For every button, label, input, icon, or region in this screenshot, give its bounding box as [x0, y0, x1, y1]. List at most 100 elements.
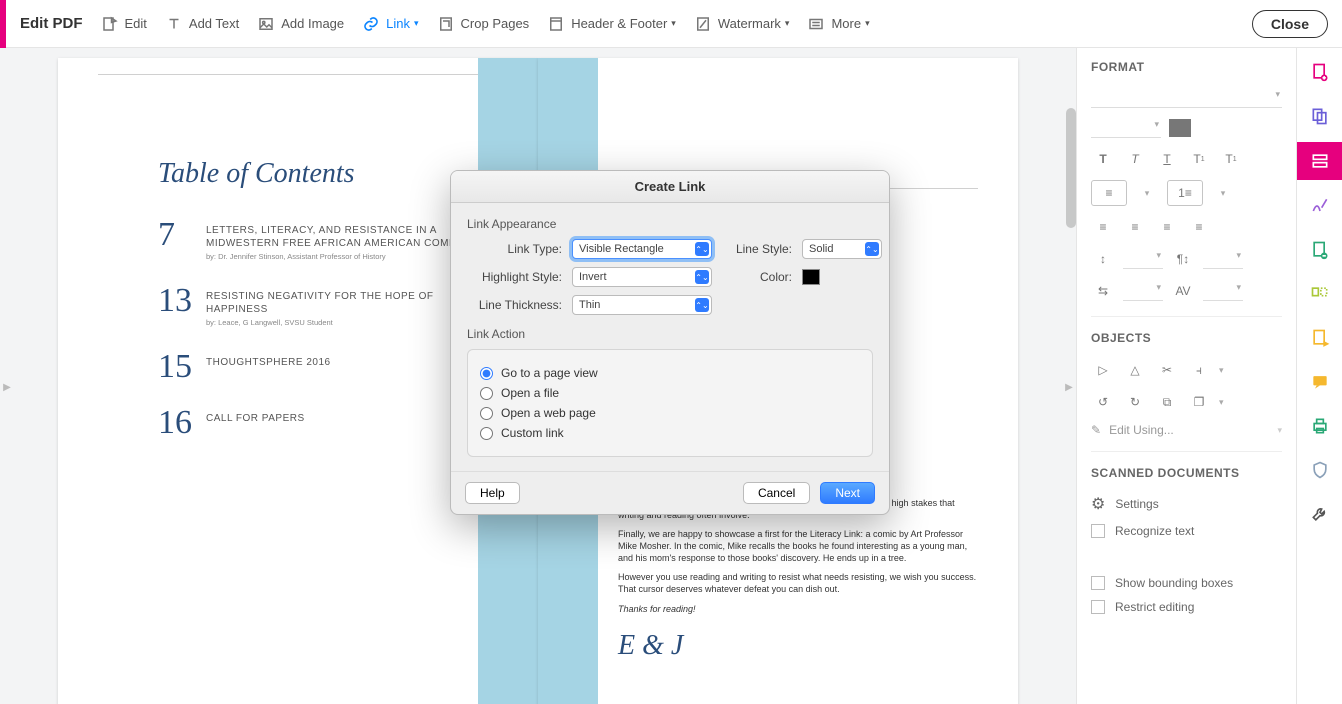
para: Finally, we are happy to showcase a firs… [618, 529, 978, 564]
sign-icon[interactable] [1308, 194, 1332, 218]
flip-vertical-icon[interactable]: △ [1123, 359, 1147, 381]
next-button[interactable]: Next [820, 482, 875, 504]
recognize-text-checkbox[interactable]: Recognize text [1091, 524, 1282, 538]
scrollbar[interactable] [1066, 108, 1076, 228]
align-center-icon[interactable]: ≡ [1123, 216, 1147, 238]
chevron-icon: ⌃⌄ [695, 270, 709, 284]
bold-icon[interactable]: T [1091, 148, 1115, 170]
edit-using-button[interactable]: ✎ Edit Using... ▾ [1091, 423, 1282, 437]
tb-crop[interactable]: Crop Pages [437, 15, 530, 33]
tools-icon[interactable] [1308, 502, 1332, 526]
chevron-down-icon[interactable]: ▾ [1211, 182, 1235, 204]
rotate-cw-icon[interactable]: ↻ [1123, 391, 1147, 413]
tb-add-text[interactable]: Add Text [165, 15, 239, 33]
paragraph-spacing-icon[interactable]: ¶↕ [1171, 248, 1195, 270]
font-color-swatch[interactable] [1169, 119, 1191, 137]
thickness-select[interactable]: Thin⌃⌄ [572, 295, 712, 315]
link-type-select[interactable]: Visible Rectangle⌃⌄ [572, 239, 712, 259]
highlight-style-select[interactable]: Invert⌃⌄ [572, 267, 712, 287]
caret-icon: ▾ [671, 18, 676, 29]
toc-number: 13 [158, 284, 192, 328]
rotate-ccw-icon[interactable]: ↺ [1091, 391, 1115, 413]
accent-bar [0, 0, 6, 48]
chevron-down-icon[interactable]: ▾ [1135, 182, 1159, 204]
restrict-label: Restrict editing [1115, 600, 1194, 614]
comment-icon[interactable] [1308, 370, 1332, 394]
tb-add-image-label: Add Image [281, 16, 344, 31]
expand-left-icon[interactable]: ▶ [2, 376, 12, 398]
crop-object-icon[interactable]: ✂ [1155, 359, 1179, 381]
bulleted-list-icon[interactable]: ≡ [1091, 180, 1127, 206]
print-icon[interactable] [1308, 414, 1332, 438]
line-spacing-select[interactable] [1123, 249, 1163, 269]
tb-watermark[interactable]: Watermark▾ [694, 15, 790, 33]
edit-pdf-rail-icon[interactable] [1297, 142, 1342, 180]
radio-input[interactable] [480, 427, 493, 440]
align-left-icon[interactable]: ≡ [1091, 216, 1115, 238]
align-objects-icon[interactable]: ⫞ [1187, 359, 1211, 381]
checkbox-icon [1091, 524, 1105, 538]
edit-icon [101, 15, 119, 33]
organize-pages-icon[interactable] [1308, 282, 1332, 306]
help-button[interactable]: Help [465, 482, 520, 504]
link-type-label: Link Type: [467, 242, 562, 256]
caret-icon: ▾ [414, 18, 419, 29]
hscale-select[interactable] [1123, 281, 1163, 301]
radio-open-web[interactable]: Open a web page [480, 406, 860, 420]
para-spacing-select[interactable] [1203, 249, 1243, 269]
radio-page-view[interactable]: Go to a page view [480, 366, 860, 380]
show-bounding-boxes-checkbox[interactable]: Show bounding boxes [1091, 576, 1282, 590]
cancel-button[interactable]: Cancel [743, 482, 810, 504]
line-spacing-icon[interactable]: ↕ [1091, 248, 1115, 270]
superscript-icon[interactable]: T1 [1187, 148, 1211, 170]
combine-files-icon[interactable] [1308, 104, 1332, 128]
subscript-icon[interactable]: T1 [1219, 148, 1243, 170]
expand-right-icon[interactable]: ▶ [1064, 376, 1074, 398]
settings-button[interactable]: ⚙ Settings [1091, 494, 1282, 514]
protect-icon[interactable] [1308, 458, 1332, 482]
create-pdf-icon[interactable] [1308, 60, 1332, 84]
tb-more[interactable]: More▾ [807, 15, 869, 33]
line-style-select[interactable]: Solid⌃⌄ [802, 239, 882, 259]
radio-input[interactable] [480, 407, 493, 420]
toc-item: 16 CALL FOR PAPERS [158, 406, 498, 440]
close-button[interactable]: Close [1252, 10, 1328, 38]
tb-link[interactable]: Link▾ [362, 15, 418, 33]
tb-crop-label: Crop Pages [461, 16, 530, 31]
underline-icon[interactable]: T [1155, 148, 1179, 170]
color-swatch[interactable] [802, 269, 820, 285]
radio-input[interactable] [480, 367, 493, 380]
flip-horizontal-icon[interactable]: ▷ [1091, 359, 1115, 381]
radio-open-file[interactable]: Open a file [480, 386, 860, 400]
export-pdf-icon[interactable] [1308, 238, 1332, 262]
toc-number: 7 [158, 218, 192, 262]
font-size-select[interactable] [1091, 118, 1161, 138]
send-comments-icon[interactable] [1308, 326, 1332, 350]
horizontal-scale-icon[interactable]: ⇆ [1091, 280, 1115, 302]
radio-input[interactable] [480, 387, 493, 400]
italic-icon[interactable]: T [1123, 148, 1147, 170]
font-family-select[interactable] [1091, 88, 1282, 108]
radio-custom-link[interactable]: Custom link [480, 426, 860, 440]
align-right-icon[interactable]: ≡ [1155, 216, 1179, 238]
align-justify-icon[interactable]: ≡ [1187, 216, 1211, 238]
char-spacing-icon[interactable]: AV [1171, 280, 1195, 302]
caret-icon: ▾ [785, 18, 790, 29]
action-heading: Link Action [467, 327, 873, 341]
char-spacing-select[interactable] [1203, 281, 1243, 301]
line-style-value: Solid [809, 243, 833, 255]
restrict-editing-checkbox[interactable]: Restrict editing [1091, 600, 1282, 614]
pencil-icon: ✎ [1091, 423, 1101, 437]
replace-image-icon[interactable]: ⧉ [1155, 391, 1179, 413]
thickness-value: Thin [579, 299, 600, 311]
document-area[interactable]: ▶ ▶ Table of Contents 7 LETTERS, LITERAC… [0, 48, 1076, 704]
checkbox-icon [1091, 576, 1105, 590]
line-style-label: Line Style: [722, 242, 792, 256]
numbered-list-icon[interactable]: 1≡ [1167, 180, 1203, 206]
tb-header-footer[interactable]: Header & Footer▾ [547, 15, 676, 33]
tb-add-image[interactable]: Add Image [257, 15, 344, 33]
crop-icon [437, 15, 455, 33]
radio-label: Custom link [501, 426, 564, 440]
tb-edit[interactable]: Edit [101, 15, 147, 33]
arrange-icon[interactable]: ❐ [1187, 391, 1211, 413]
